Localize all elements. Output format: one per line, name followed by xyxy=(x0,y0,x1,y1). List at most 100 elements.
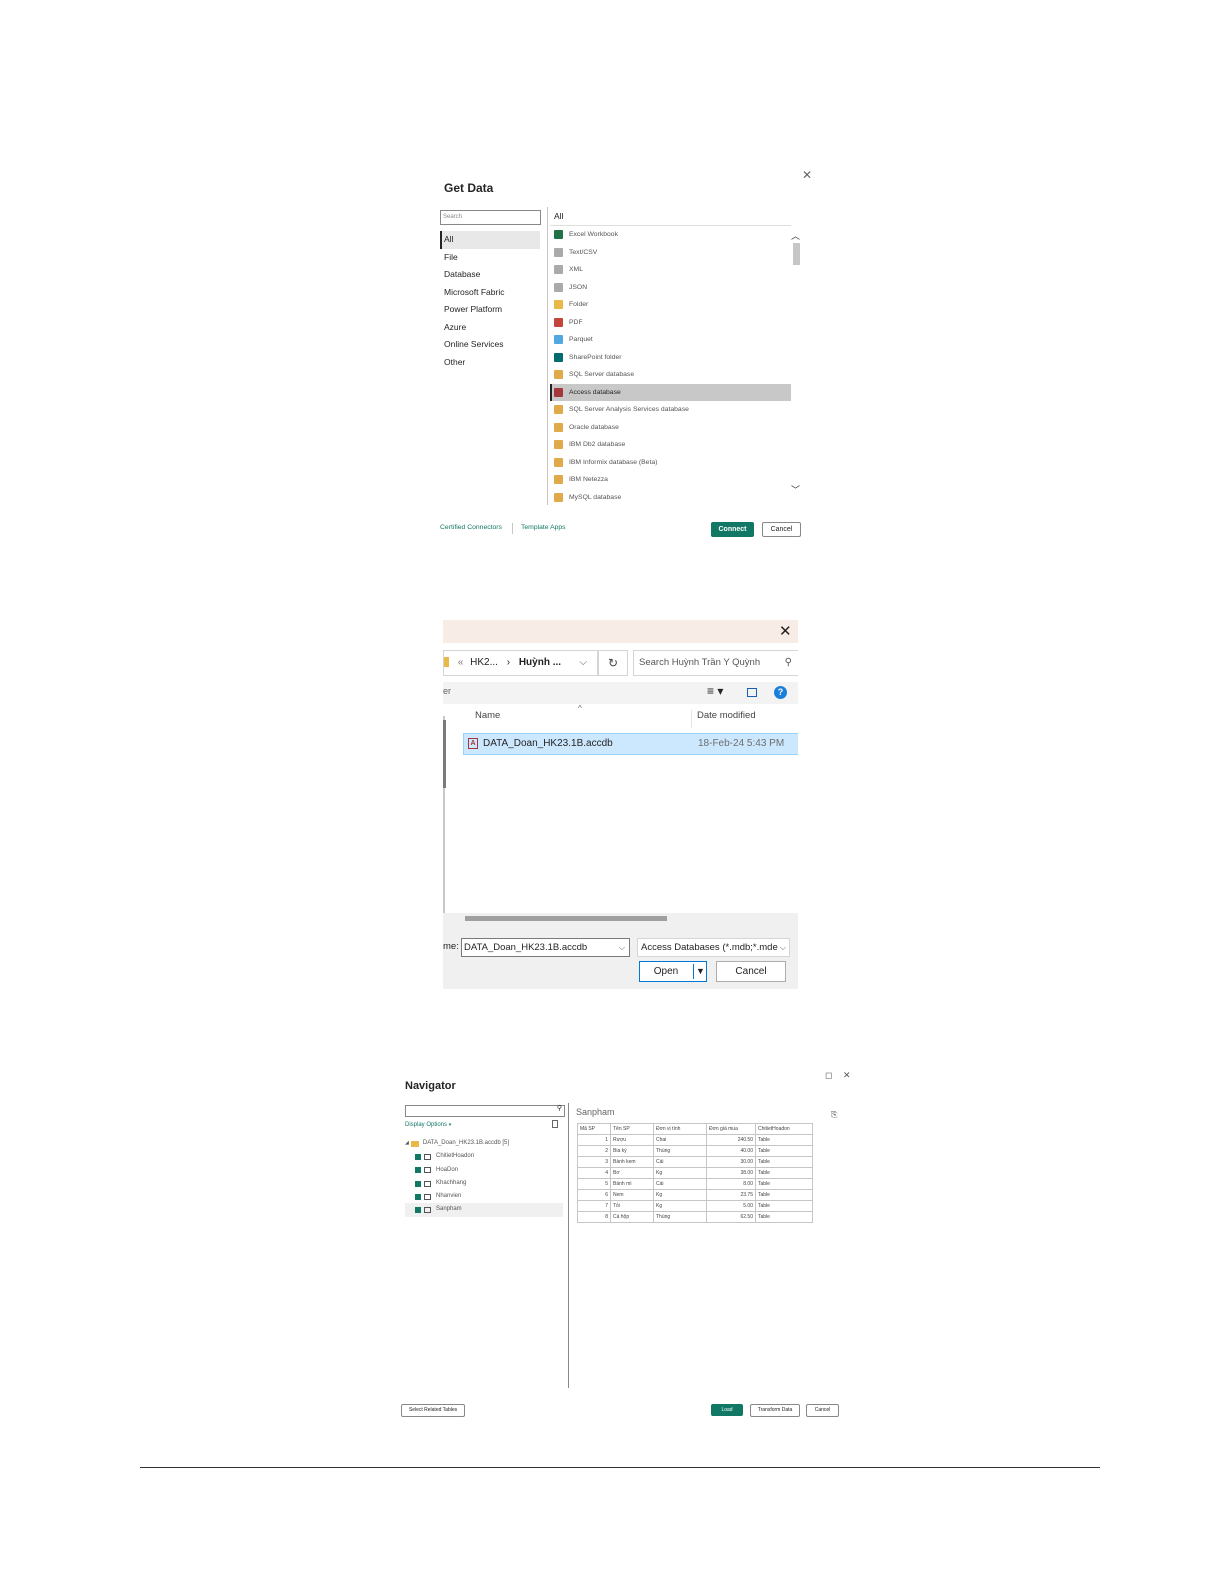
search-input[interactable]: ⚲ xyxy=(405,1105,565,1117)
connector-item[interactable]: IBM Netezza xyxy=(550,471,791,489)
breadcrumb-item[interactable]: Huỳnh ... xyxy=(519,657,561,668)
certified-connectors-link[interactable]: Certified Connectors xyxy=(440,524,502,531)
category-item[interactable]: Microsoft Fabric xyxy=(440,284,540,302)
connector-item[interactable]: MySQL database xyxy=(550,489,791,507)
window-controls: ◻ ✕ xyxy=(825,1070,851,1081)
category-item[interactable]: Power Platform xyxy=(440,301,540,319)
checkbox-icon[interactable] xyxy=(415,1167,421,1174)
category-item[interactable]: Other xyxy=(440,354,540,372)
file-date: 18-Feb-24 5:43 PM xyxy=(698,738,785,749)
sharepoint-icon xyxy=(554,352,563,362)
file-open-dialog: ✕ « HK2... › Huỳnh ... ⌵ ↻ Search Huỳnh … xyxy=(443,620,798,989)
chevron-down-icon[interactable]: ⌵ xyxy=(579,651,587,675)
category-item[interactable]: Database xyxy=(440,266,540,284)
filename-input[interactable]: DATA_Doan_HK23.1B.accdb ⌵ xyxy=(461,938,630,957)
table-cell: 2 xyxy=(577,1145,611,1157)
page-divider xyxy=(140,1467,1100,1468)
search-icon: ⚲ xyxy=(784,657,792,668)
column-header-name[interactable]: Name xyxy=(475,710,500,721)
chevron-down-icon[interactable]: ﹀ xyxy=(791,483,800,496)
close-icon[interactable]: ✕ xyxy=(779,622,792,640)
open-button[interactable]: Open ▼ xyxy=(639,961,707,982)
toolbar: er ≡ ▾ ? xyxy=(443,682,798,704)
refresh-preview-icon[interactable] xyxy=(552,1120,558,1128)
maximize-icon[interactable]: ◻ xyxy=(825,1070,832,1080)
dialog-title: Get Data xyxy=(444,181,494,195)
display-options-menu[interactable]: Display Options ▾ xyxy=(405,1122,451,1128)
database-icon xyxy=(554,492,563,502)
checkbox-icon[interactable] xyxy=(415,1180,421,1187)
filetype-select[interactable]: Access Databases (*.mdb;*.mde ⌵ xyxy=(637,938,790,957)
connector-item[interactable]: SQL Server database xyxy=(550,366,791,384)
connect-button[interactable]: Connect xyxy=(711,522,754,537)
breadcrumb-item[interactable]: HK2... xyxy=(470,657,498,668)
select-related-tables-button[interactable]: Select Related Tables xyxy=(401,1404,465,1417)
breadcrumb[interactable]: « HK2... › Huỳnh ... ⌵ xyxy=(443,650,598,676)
connector-label: IBM Netezza xyxy=(569,476,608,483)
table-cell: 240.50 xyxy=(706,1134,756,1146)
view-menu-icon[interactable]: ≡ ▾ xyxy=(707,684,723,698)
scrollbar-thumb[interactable] xyxy=(793,243,800,265)
checkbox-icon[interactable] xyxy=(415,1193,421,1200)
connector-item[interactable]: IBM Informix database (Beta) xyxy=(550,454,791,472)
tree-table-item[interactable]: HoaDon xyxy=(405,1164,563,1177)
table-cell: Bánh mì xyxy=(610,1178,654,1190)
connector-item[interactable]: Access database xyxy=(550,383,791,401)
help-icon[interactable]: ? xyxy=(774,686,787,699)
connector-item[interactable]: JSON xyxy=(550,279,791,297)
scrollbar-thumb[interactable] xyxy=(443,720,446,788)
chevron-down-icon[interactable]: ⌵ xyxy=(777,939,786,956)
refresh-icon[interactable]: ↻ xyxy=(598,650,628,676)
tree-root[interactable]: ◢ DATA_Doan_HK23.1B.accdb [5] xyxy=(405,1137,563,1150)
connector-item[interactable]: SharePoint folder xyxy=(550,349,791,367)
horizontal-scrollbar[interactable] xyxy=(465,916,667,921)
category-item[interactable]: Online Services xyxy=(440,336,540,354)
category-item[interactable]: Azure xyxy=(440,319,540,337)
column-header-date[interactable]: Date modified xyxy=(697,710,756,721)
load-button[interactable]: Load xyxy=(711,1404,743,1416)
tree-table-item[interactable]: ChitietHoadon xyxy=(405,1150,563,1163)
database-icon xyxy=(554,475,563,485)
chevron-up-icon[interactable]: ︿ xyxy=(791,229,800,242)
close-icon[interactable]: ✕ xyxy=(802,168,812,182)
collapse-icon[interactable]: ◢ xyxy=(405,1137,409,1150)
title-bar xyxy=(443,620,798,643)
tree-table-item[interactable]: Khachhang xyxy=(405,1177,563,1190)
parquet-icon xyxy=(554,335,563,345)
table-cell: Thùng xyxy=(653,1145,707,1157)
connector-label: Text/CSV xyxy=(569,248,598,256)
open-label: Open xyxy=(653,966,679,977)
search-input[interactable]: Search xyxy=(440,210,541,225)
connector-item[interactable]: SQL Server Analysis Services database xyxy=(550,401,791,419)
transform-data-button[interactable]: Transform Data xyxy=(750,1404,800,1417)
connector-item[interactable]: Folder xyxy=(550,296,791,314)
checkbox-icon[interactable] xyxy=(415,1153,421,1160)
get-data-dialog: Get Data ✕ Search All File Database Microso… xyxy=(430,165,820,555)
connector-item[interactable]: XML xyxy=(550,261,791,279)
export-icon[interactable]: ⎘ xyxy=(831,1110,837,1120)
template-apps-link[interactable]: Template Apps xyxy=(521,524,566,531)
category-item[interactable]: File xyxy=(440,249,540,267)
search-input[interactable]: Search Huỳnh Trần Y Quỳnh ⚲ xyxy=(633,650,798,676)
connector-label: JSON xyxy=(569,283,588,291)
connector-item[interactable]: IBM Db2 database xyxy=(550,436,791,454)
connector-item[interactable]: Oracle database xyxy=(550,419,791,437)
table-cell: Table xyxy=(755,1145,813,1157)
tree-table-item[interactable]: Nhanvien xyxy=(405,1190,563,1203)
caret-down-icon[interactable]: ▼ xyxy=(696,962,705,981)
connector-item[interactable]: Text/CSV xyxy=(550,244,791,262)
chevron-down-icon[interactable]: ⌵ xyxy=(619,939,625,956)
tree-table-item[interactable]: Sanpham xyxy=(405,1203,563,1217)
connector-item[interactable]: Excel Workbook xyxy=(550,226,791,244)
checkbox-icon[interactable] xyxy=(415,1207,421,1214)
close-icon[interactable]: ✕ xyxy=(843,1070,851,1080)
cancel-button[interactable]: Cancel xyxy=(762,522,801,537)
database-icon xyxy=(554,440,563,450)
category-item[interactable]: All xyxy=(440,231,540,249)
preview-pane-icon[interactable] xyxy=(747,688,757,697)
cancel-button[interactable]: Cancel xyxy=(716,961,786,982)
connector-item[interactable]: Parquet xyxy=(550,331,791,349)
connector-item[interactable]: PDF xyxy=(550,314,791,332)
file-row[interactable]: A DATA_Doan_HK23.1B.accdb 18-Feb-24 5:43… xyxy=(463,733,798,755)
cancel-button[interactable]: Cancel xyxy=(806,1404,839,1417)
